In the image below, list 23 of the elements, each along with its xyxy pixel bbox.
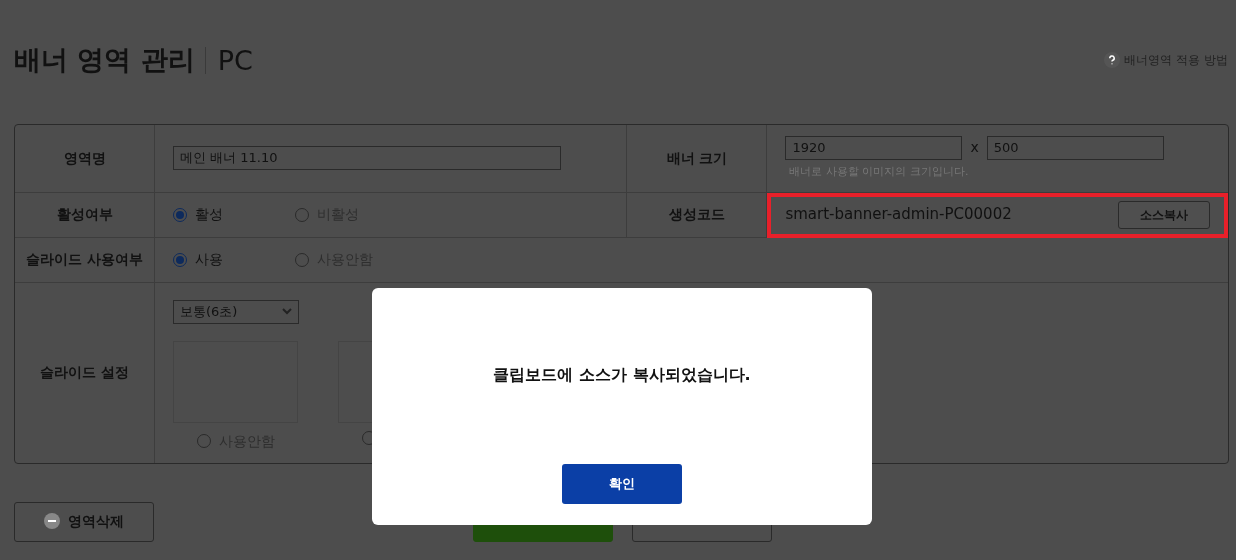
- chevron-down-icon: [282, 308, 292, 315]
- field-label: 생성코드: [627, 192, 768, 238]
- help-icon: [1104, 52, 1121, 69]
- minus-icon: [44, 513, 60, 529]
- width-field[interactable]: 1920: [785, 135, 963, 160]
- generated-code: smart-banner-admin-PC00002: [785, 204, 1012, 226]
- page-subtitle: PC: [204, 46, 253, 74]
- field-label: 활성여부: [15, 192, 155, 238]
- delete-button[interactable]: 영역삭제: [14, 501, 154, 542]
- radio-option[interactable]: 활성: [173, 204, 295, 225]
- page-title: 배너 영역 관리: [14, 43, 195, 77]
- dialog-message: 클립보드에 소스가 복사되었습니다.: [493, 364, 751, 386]
- field-label: 슬라이드 사용여부: [15, 237, 155, 283]
- height-field[interactable]: 500: [986, 135, 1164, 160]
- speed-select[interactable]: 보통(6초): [173, 299, 299, 324]
- confirm-button[interactable]: 확인: [562, 464, 682, 504]
- size-separator: x: [970, 138, 979, 158]
- field-label: 슬라이드 설정: [15, 282, 155, 463]
- text-field[interactable]: 메인 배너 11.10: [173, 146, 561, 170]
- field-label: 배너 크기: [627, 124, 768, 193]
- field-label: 영역명: [15, 124, 155, 193]
- radio-option[interactable]: 사용: [173, 249, 295, 270]
- copy-source-button[interactable]: 소스복사: [1118, 200, 1210, 229]
